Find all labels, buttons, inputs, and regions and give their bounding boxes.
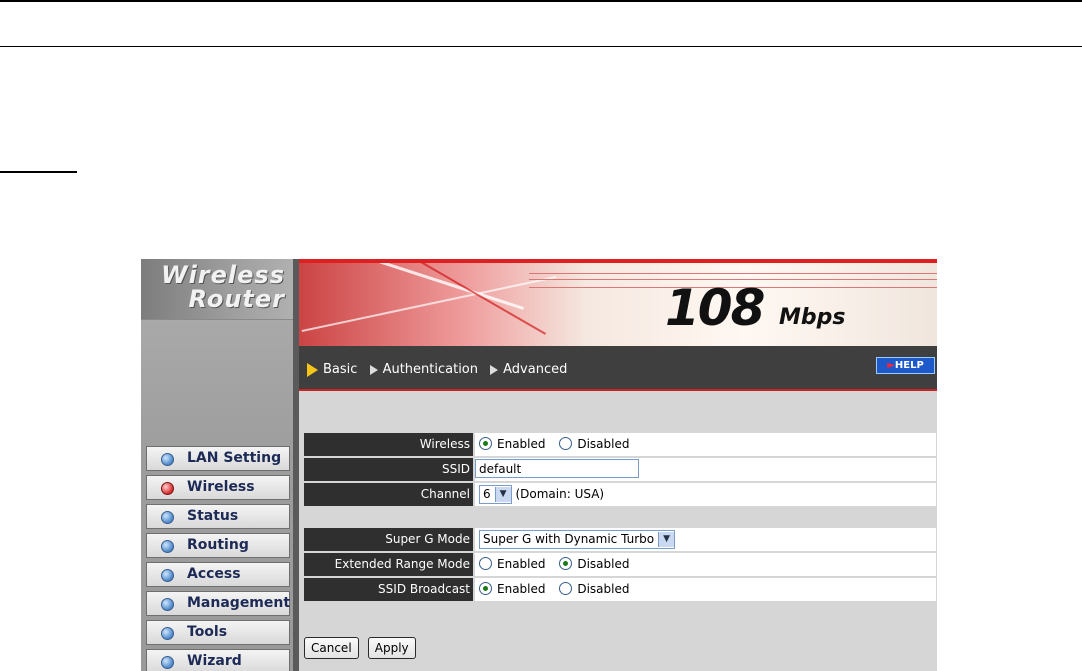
sidebar-item-label: Status [187,508,239,524]
page-rule [0,46,1082,47]
doc-underline [0,171,77,173]
channel-row: Channel 6 ▼ (Domain: USA) [304,483,936,506]
ssid-row: SSID [304,458,936,481]
sidebar-menu: LAN Setting Wireless Status Routing Acce… [146,446,290,671]
sidebar-item-label: Wireless [187,479,255,495]
tab-bar: Basic Authentication Advanced ►HELP [299,346,937,391]
chevron-down-icon: ▼ [494,487,511,502]
field-label: Channel [304,483,473,506]
logo-line-2: Router [188,285,285,313]
wireless-row: Wireless Enabled Disabled [304,433,936,456]
sidebar-item-tools[interactable]: Tools [146,620,290,645]
sidebar-item-lan-setting[interactable]: LAN Setting [146,446,290,471]
tab-basic[interactable]: Basic [307,362,357,377]
logo-line-1: Wireless [161,261,285,289]
select-value: Super G with Dynamic Turbo [483,532,655,546]
banner: 108 Mbps [299,259,937,346]
triangle-icon [307,362,318,377]
option-label: Enabled [497,437,546,451]
option-label: Disabled [577,437,630,451]
cancel-button[interactable]: Cancel [304,637,359,659]
sidebar-item-management[interactable]: Management [146,591,290,616]
banner-line [529,273,937,274]
wireless-basic-form: Wireless Enabled Disabled SSID Channel 6… [304,433,936,603]
wireless-enabled-radio[interactable] [479,437,492,450]
channel-select[interactable]: 6 ▼ [479,485,512,504]
select-value: 6 [483,487,491,501]
broadcast-disabled-radio[interactable] [559,582,573,595]
field-label: SSID [304,458,473,481]
chevron-down-icon: ▼ [658,532,675,547]
sidebar-item-label: Routing [187,537,249,553]
sidebar: Wireless Router LAN Setting Wireless Sta… [141,259,298,671]
option-label: Enabled [497,557,546,571]
sidebar-item-routing[interactable]: Routing [146,533,290,558]
option-label: Enabled [497,582,546,596]
superg-mode-select[interactable]: Super G with Dynamic Turbo ▼ [479,530,676,549]
extended-enabled-radio[interactable] [479,557,492,570]
extended-range-row: Extended Range Mode Enabled Disabled [304,553,936,576]
tab-label: Advanced [503,362,568,377]
bullet-icon [161,453,174,466]
banner-swoosh [301,275,557,333]
help-button[interactable]: ►HELP [876,357,935,374]
bullet-icon [161,511,174,524]
help-label: HELP [894,360,924,371]
sidebar-item-wireless[interactable]: Wireless [146,475,290,500]
wireless-disabled-radio[interactable] [559,437,573,450]
sidebar-item-label: Wizard [187,653,242,669]
extended-disabled-radio[interactable] [559,557,573,570]
sidebar-item-label: LAN Setting [187,450,282,466]
field-label: SSID Broadcast [304,578,473,601]
ssid-broadcast-row: SSID Broadcast Enabled Disabled [304,578,936,601]
bullet-icon [161,656,174,669]
sidebar-item-label: Access [187,566,241,582]
sidebar-item-label: Management [187,595,291,611]
speed-unit-label: Mbps [779,305,846,330]
sidebar-item-status[interactable]: Status [146,504,290,529]
sidebar-item-access[interactable]: Access [146,562,290,587]
tab-advanced[interactable]: Advanced [490,362,567,377]
apply-button[interactable]: Apply [367,637,416,659]
bullet-icon [161,482,174,495]
superg-row: Super G Mode Super G with Dynamic Turbo ▼ [304,528,936,551]
ssid-input[interactable] [475,459,639,478]
form-buttons: Cancel Apply [304,637,420,659]
triangle-icon [369,364,378,375]
broadcast-enabled-radio[interactable] [479,582,492,595]
field-label: Super G Mode [304,528,473,551]
speed-label: 108 [665,279,765,337]
bullet-icon [161,627,174,640]
page-rule [0,0,1082,2]
option-label: Disabled [577,557,630,571]
logo: Wireless Router [141,259,293,320]
bullet-icon [161,598,174,611]
sidebar-item-label: Tools [187,624,228,640]
router-ui: Wireless Router LAN Setting Wireless Sta… [141,259,937,671]
sidebar-item-wizard[interactable]: Wizard [146,649,290,671]
tab-authentication[interactable]: Authentication [369,362,478,377]
bullet-icon [161,540,174,553]
tab-label: Authentication [382,362,478,377]
tab-label: Basic [323,362,358,377]
arrow-icon: ► [887,360,895,371]
option-label: Disabled [577,582,630,596]
bullet-icon [161,569,174,582]
field-label: Extended Range Mode [304,553,473,576]
field-label: Wireless [304,433,473,456]
domain-label: (Domain: USA) [515,487,605,501]
triangle-icon [490,364,499,375]
